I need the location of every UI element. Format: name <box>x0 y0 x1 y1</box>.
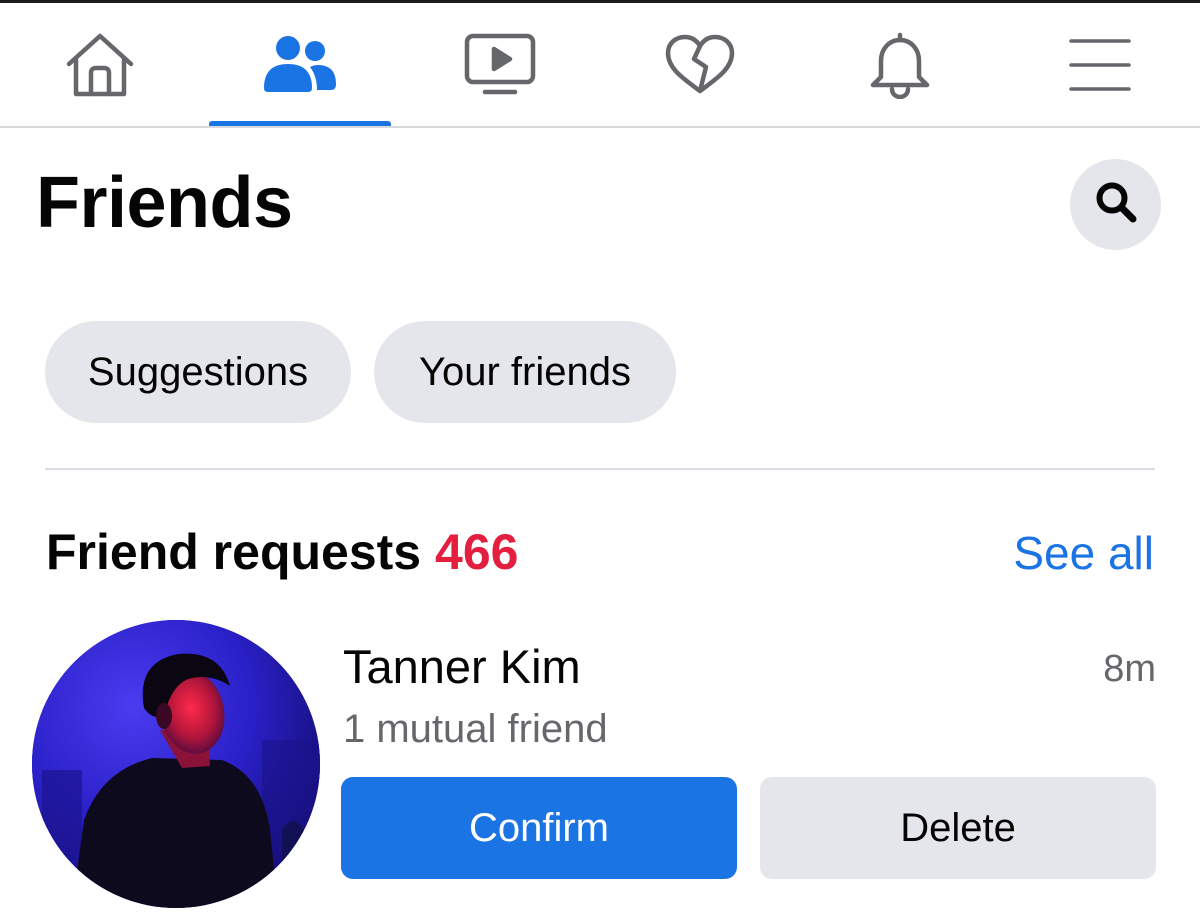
tab-dating[interactable] <box>600 3 800 126</box>
heart-icon <box>664 33 736 97</box>
mutual-friends-text[interactable]: 1 mutual friend <box>343 702 608 756</box>
delete-button[interactable]: Delete <box>760 777 1156 879</box>
top-nav-bar <box>0 3 1200 128</box>
suggestions-chip[interactable]: Suggestions <box>45 321 351 423</box>
section-divider <box>45 468 1155 470</box>
tab-menu[interactable] <box>1000 3 1200 126</box>
bell-icon <box>867 31 933 99</box>
avatar[interactable] <box>32 620 320 908</box>
avatar-photo <box>32 620 320 908</box>
your-friends-chip[interactable]: Your friends <box>374 321 676 423</box>
tab-friends[interactable] <box>200 3 400 126</box>
home-icon <box>64 30 136 100</box>
confirm-button[interactable]: Confirm <box>341 777 737 879</box>
search-icon <box>1094 180 1138 229</box>
tab-notifications[interactable] <box>800 3 1000 126</box>
friends-icon <box>262 34 338 96</box>
friend-requests-title: Friend requests <box>46 524 422 580</box>
tab-watch[interactable] <box>400 3 600 126</box>
video-icon <box>463 32 537 98</box>
request-time: 8m <box>1103 648 1156 690</box>
friend-requests-count: 466 <box>435 524 519 580</box>
search-button[interactable] <box>1070 159 1161 250</box>
friends-screen: Friends Suggestions Your friends Friend … <box>0 0 1200 917</box>
hamburger-menu-icon <box>1068 37 1132 93</box>
friend-requests-heading: Friend requests 466 <box>46 520 518 584</box>
page-title: Friends <box>36 163 293 243</box>
request-name[interactable]: Tanner Kim <box>343 636 581 698</box>
active-tab-indicator <box>209 121 391 126</box>
see-all-link[interactable]: See all <box>1013 523 1154 583</box>
tab-home[interactable] <box>0 3 200 126</box>
